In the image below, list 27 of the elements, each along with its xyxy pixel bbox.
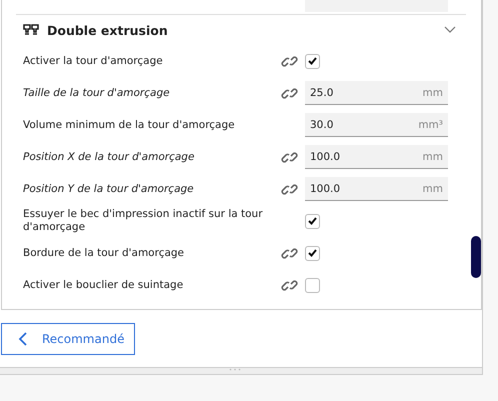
input-field[interactable]: 30.0 mm³ — [305, 113, 448, 137]
setting-label: Essuyer le bec d'impression inactif sur la tour d'amorçage — [23, 208, 264, 234]
input-field[interactable]: 100.0 mm — [305, 145, 448, 169]
resize-handle-icon[interactable] — [229, 368, 241, 371]
checkbox[interactable] — [305, 278, 320, 292]
extruder-icon — [23, 24, 39, 36]
setting-label: Bordure de la tour d'amorçage — [23, 246, 186, 260]
chevron-down-icon — [444, 26, 456, 34]
checkbox[interactable] — [305, 54, 320, 68]
back-button[interactable]: Recommandé — [1, 322, 135, 354]
check-icon — [308, 57, 317, 65]
scrollbar-thumb[interactable] — [471, 236, 481, 278]
setting-label: Taille de la tour d'amorçage — [23, 86, 171, 100]
input-field[interactable]: 25.0 mm — [305, 81, 448, 105]
setting-label: Position X de la tour d'amorçage — [23, 150, 196, 164]
setting-label: Position Y de la tour d'amorçage — [23, 182, 195, 196]
check-icon — [308, 217, 317, 225]
checkbox[interactable] — [305, 246, 320, 260]
setting-label: Activer la tour d'amorçage — [23, 54, 164, 68]
setting-label: Volume minimum de la tour d'amorçage — [23, 118, 236, 132]
setting-label: Activer le bouclier de suintage — [23, 278, 184, 292]
chevron-left-icon — [18, 332, 28, 346]
section-header[interactable]: Double extrusion — [23, 15, 466, 45]
input-field[interactable]: 100.0 mm — [305, 177, 448, 201]
checkbox[interactable] — [305, 214, 320, 228]
section-title: Double extrusion — [47, 22, 169, 38]
check-icon — [308, 249, 317, 257]
